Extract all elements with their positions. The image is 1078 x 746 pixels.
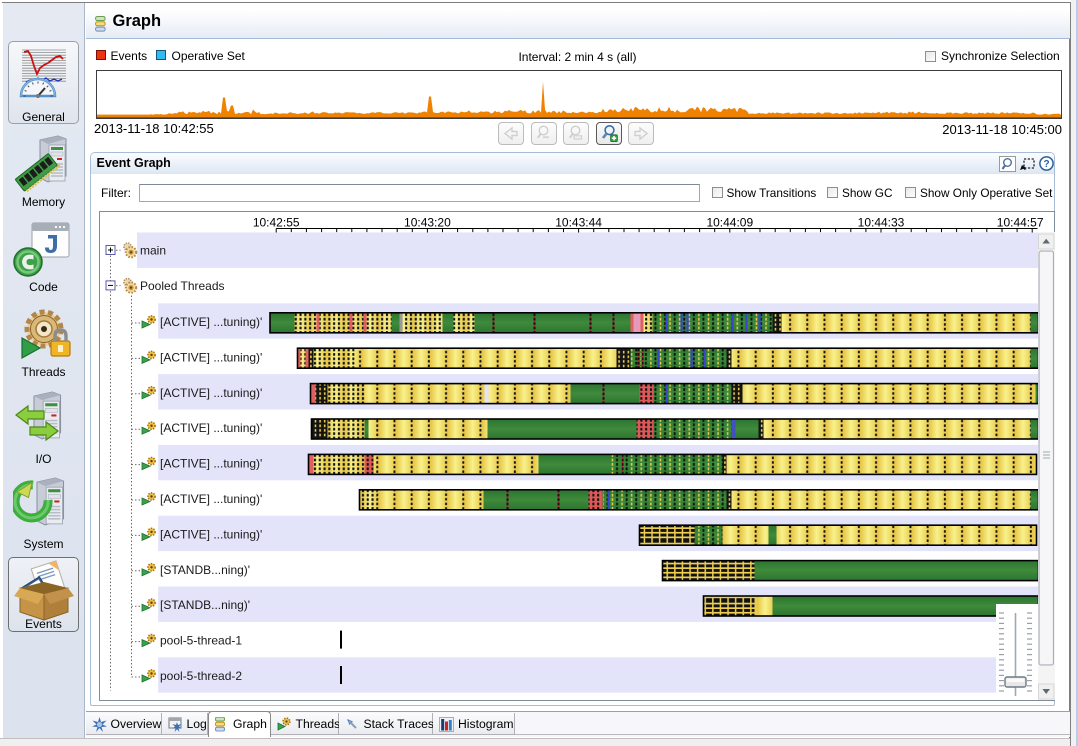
svg-text:[ACTIVE] ...tuning)': [ACTIVE] ...tuning)' <box>160 456 262 470</box>
svg-text:[STANDB...ning)': [STANDB...ning)' <box>160 562 250 576</box>
svg-text:[ACTIVE] ...tuning)': [ACTIVE] ...tuning)' <box>160 350 262 364</box>
svg-text:10:43:20: 10:43:20 <box>404 215 451 229</box>
svg-text:[ACTIVE] ...tuning)': [ACTIVE] ...tuning)' <box>160 492 262 506</box>
svg-text:[ACTIVE] ...tuning)': [ACTIVE] ...tuning)' <box>160 385 262 399</box>
svg-text:10:42:55: 10:42:55 <box>252 215 299 229</box>
svg-text:?: ? <box>1043 159 1049 170</box>
svg-text:Pooled Threads: Pooled Threads <box>140 279 225 293</box>
svg-text:10:44:33: 10:44:33 <box>857 215 904 229</box>
svg-text:main: main <box>140 243 166 257</box>
svg-text:10:44:57: 10:44:57 <box>996 215 1043 229</box>
svg-text:pool-5-thread-1: pool-5-thread-1 <box>160 633 242 647</box>
svg-text:10:43:44: 10:43:44 <box>555 215 602 229</box>
svg-text:pool-5-thread-2: pool-5-thread-2 <box>160 669 242 683</box>
svg-text:[ACTIVE] ...tuning)': [ACTIVE] ...tuning)' <box>160 421 262 435</box>
svg-text:10:44:09: 10:44:09 <box>706 215 753 229</box>
svg-text:[ACTIVE] ...tuning)': [ACTIVE] ...tuning)' <box>160 527 262 541</box>
svg-text:[STANDB...ning)': [STANDB...ning)' <box>160 598 250 612</box>
svg-text:[ACTIVE] ...tuning)': [ACTIVE] ...tuning)' <box>160 315 262 329</box>
